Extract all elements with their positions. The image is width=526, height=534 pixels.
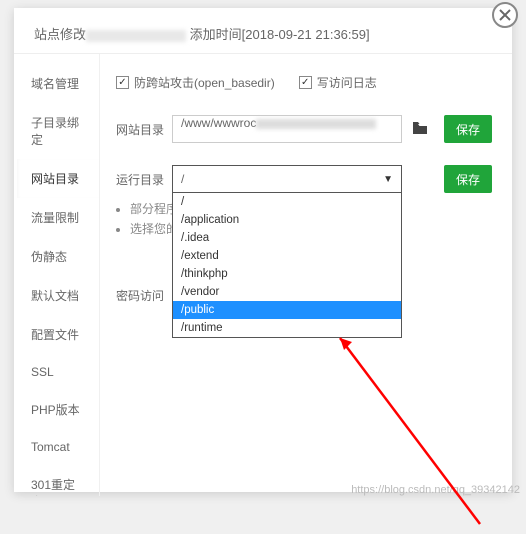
chevron-down-icon: ▼ — [383, 174, 393, 185]
save-run-dir-button[interactable]: 保存 — [444, 165, 492, 193]
site-dir-input[interactable]: /www/wwwroc — [172, 115, 402, 143]
watermark: https://blog.csdn.net/qq_39342142 — [351, 484, 520, 496]
sidebar-item-subdir[interactable]: 子目录绑定 — [14, 103, 99, 159]
run-dir-dropdown: / /application /.idea /extend /thinkphp … — [172, 193, 402, 338]
sidebar-item-ssl[interactable]: SSL — [14, 354, 99, 390]
checkbox-access-log[interactable]: 写访问日志 — [299, 74, 377, 91]
checkbox-icon — [116, 76, 129, 89]
dropdown-option[interactable]: /extend — [173, 247, 401, 265]
annotation-arrow — [330, 334, 510, 534]
dropdown-option[interactable]: /application — [173, 211, 401, 229]
checkbox-open-basedir[interactable]: 防跨站攻击(open_basedir) — [116, 74, 275, 91]
sidebar-item-php[interactable]: PHP版本 — [14, 390, 99, 429]
checkbox-icon — [299, 76, 312, 89]
dropdown-option[interactable]: /thinkphp — [173, 265, 401, 283]
dropdown-option[interactable]: /.idea — [173, 229, 401, 247]
modal-title: 站点修改 添加时间[2018-09-21 21:36:59] — [14, 8, 512, 54]
run-dir-select[interactable]: / ▼ — [172, 165, 402, 193]
password-access-label: 密码访问 — [116, 287, 172, 304]
dropdown-option[interactable]: /vendor — [173, 283, 401, 301]
sidebar-item-defaultdoc[interactable]: 默认文档 — [14, 276, 99, 315]
dropdown-option-public[interactable]: /public — [173, 301, 401, 319]
sidebar-item-tomcat[interactable]: Tomcat — [14, 429, 99, 465]
sidebar-item-sitedir[interactable]: 网站目录 — [14, 159, 99, 198]
folder-icon[interactable] — [412, 121, 428, 138]
sidebar-item-301[interactable]: 301重定向 — [14, 465, 99, 496]
sidebar: 域名管理 子目录绑定 网站目录 流量限制 伪静态 默认文档 配置文件 SSL P… — [14, 54, 100, 496]
sidebar-item-rewrite[interactable]: 伪静态 — [14, 237, 99, 276]
sidebar-item-domain[interactable]: 域名管理 — [14, 64, 99, 103]
dropdown-option[interactable]: / — [173, 193, 401, 211]
sidebar-item-traffic[interactable]: 流量限制 — [14, 198, 99, 237]
dropdown-option[interactable]: /runtime — [173, 319, 401, 337]
sidebar-item-config[interactable]: 配置文件 — [14, 315, 99, 354]
run-dir-label: 运行目录 — [116, 171, 172, 188]
close-button[interactable] — [492, 2, 518, 28]
save-site-dir-button[interactable]: 保存 — [444, 115, 492, 143]
site-dir-label: 网站目录 — [116, 121, 172, 138]
